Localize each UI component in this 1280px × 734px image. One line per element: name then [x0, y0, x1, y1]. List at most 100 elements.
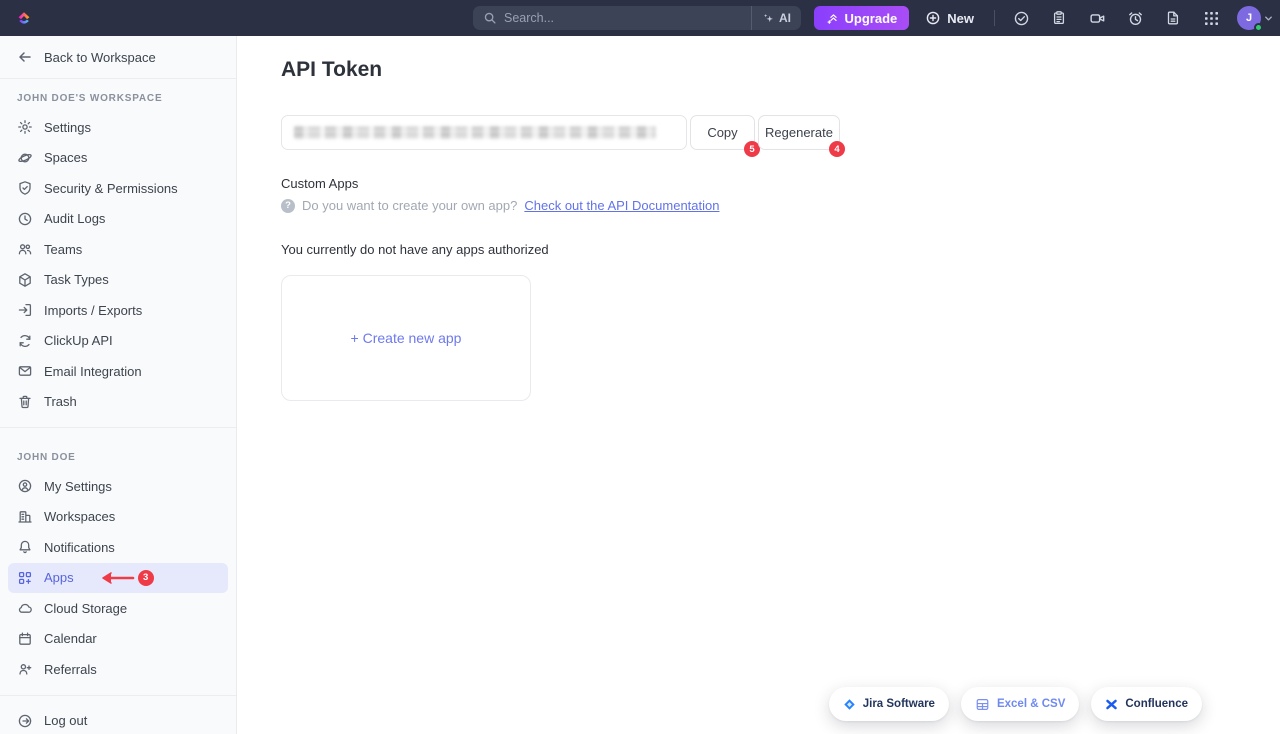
regenerate-button[interactable]: Regenerate 4	[758, 115, 840, 150]
excel-csv-button[interactable]: Excel & CSV	[961, 687, 1079, 721]
jira-icon	[843, 698, 856, 711]
api-icon	[17, 333, 33, 349]
sidebar-item-label: Trash	[44, 394, 77, 409]
sidebar-divider	[0, 695, 236, 696]
api-token-row: Copy 5 Regenerate 4	[281, 115, 1240, 150]
annotation-apps: 3	[97, 570, 154, 586]
apps-grid-plus-icon	[17, 570, 33, 586]
copy-label: Copy	[707, 125, 737, 140]
topbar-actions: Upgrade New	[814, 0, 1274, 36]
clickup-logo-icon[interactable]	[15, 9, 33, 27]
sidebar-item-label: Spaces	[44, 150, 87, 165]
import-export-icon	[17, 302, 33, 318]
sidebar-item-apps[interactable]: Apps 3	[8, 563, 228, 594]
sidebar-item-settings[interactable]: Settings	[0, 112, 236, 143]
sidebar-item-referrals[interactable]: Referrals	[0, 654, 236, 685]
avatar: J	[1237, 6, 1261, 30]
search-icon	[483, 11, 497, 25]
sidebar-item-label: ClickUp API	[44, 333, 113, 348]
sidebar-item-imports-exports[interactable]: Imports / Exports	[0, 295, 236, 326]
api-documentation-link[interactable]: Check out the API Documentation	[524, 198, 719, 213]
sidebar-item-clickup-api[interactable]: ClickUp API	[0, 326, 236, 357]
cloud-icon	[17, 600, 33, 616]
pill-label: Jira Software	[863, 698, 935, 710]
document-icon[interactable]	[1160, 5, 1186, 31]
sidebar-item-trash[interactable]: Trash	[0, 387, 236, 418]
people-icon	[17, 241, 33, 257]
custom-apps-hint-row: ? Do you want to create your own app? Ch…	[281, 198, 1240, 213]
sidebar-item-label: Teams	[44, 242, 82, 257]
sidebar-item-label: Security & Permissions	[44, 181, 178, 196]
back-label: Back to Workspace	[44, 50, 156, 65]
api-token-redacted-value	[294, 126, 656, 139]
sidebar-item-security[interactable]: Security & Permissions	[0, 173, 236, 204]
sidebar-item-spaces[interactable]: Spaces	[0, 143, 236, 174]
sidebar-item-notifications[interactable]: Notifications	[0, 532, 236, 563]
sidebar-item-label: Imports / Exports	[44, 303, 142, 318]
building-icon	[17, 509, 33, 525]
cube-icon	[17, 272, 33, 288]
sidebar-item-label: My Settings	[44, 479, 112, 494]
sidebar-item-label: Notifications	[44, 540, 115, 555]
planet-icon	[17, 150, 33, 166]
sidebar-item-cloud-storage[interactable]: Cloud Storage	[0, 593, 236, 624]
arrow-left-icon	[17, 49, 33, 65]
bell-icon	[17, 539, 33, 555]
integration-pills: Jira Software Excel & CSV Confluence	[829, 687, 1202, 721]
confluence-icon	[1105, 698, 1118, 711]
chevron-down-icon	[1263, 13, 1274, 24]
search-input[interactable]: Search... AI	[473, 6, 801, 30]
regenerate-label: Regenerate	[765, 125, 833, 140]
alarm-clock-icon[interactable]	[1122, 5, 1148, 31]
sidebar-item-label: Referrals	[44, 662, 97, 677]
api-token-field[interactable]	[281, 115, 687, 150]
sidebar-item-email-integration[interactable]: Email Integration	[0, 356, 236, 387]
upgrade-label: Upgrade	[845, 11, 898, 26]
main-content: API Token Copy 5 Regenerate 4 Custom App…	[237, 36, 1280, 734]
sidebar-item-label: Audit Logs	[44, 211, 105, 226]
sidebar-item-calendar[interactable]: Calendar	[0, 624, 236, 655]
new-button[interactable]: New	[915, 6, 984, 30]
sidebar-item-label: Settings	[44, 120, 91, 135]
settings-sidebar: Back to Workspace JOHN DOE'S WORKSPACE S…	[0, 36, 237, 734]
pill-label: Confluence	[1125, 698, 1188, 710]
app-grid-icon[interactable]	[1198, 5, 1224, 31]
sidebar-item-log-out[interactable]: Log out	[0, 706, 236, 734]
person-plus-icon	[17, 661, 33, 677]
annotation-badge-regenerate: 4	[829, 141, 845, 157]
video-camera-icon[interactable]	[1084, 5, 1110, 31]
custom-apps-hint: Do you want to create your own app?	[302, 198, 517, 213]
avatar-initial: J	[1246, 12, 1252, 24]
user-menu[interactable]: J	[1237, 6, 1274, 30]
page-title: API Token	[281, 58, 1240, 82]
sidebar-item-label: Workspaces	[44, 509, 115, 524]
sidebar-item-workspaces[interactable]: Workspaces	[0, 502, 236, 533]
create-new-app-card[interactable]: + Create new app	[281, 275, 531, 401]
workspace-section-title: JOHN DOE'S WORKSPACE	[0, 93, 236, 104]
upgrade-button[interactable]: Upgrade	[814, 6, 910, 30]
spreadsheet-icon	[975, 697, 990, 712]
envelope-icon	[17, 363, 33, 379]
back-to-workspace-button[interactable]: Back to Workspace	[0, 36, 236, 79]
sidebar-item-teams[interactable]: Teams	[0, 234, 236, 265]
sparkle-icon	[762, 12, 775, 25]
sidebar-item-audit-logs[interactable]: Audit Logs	[0, 204, 236, 235]
sidebar-item-label: Apps	[44, 570, 74, 585]
jira-software-button[interactable]: Jira Software	[829, 687, 949, 721]
ai-button[interactable]: AI	[751, 6, 801, 30]
sidebar-item-label: Log out	[44, 713, 87, 728]
sidebar-item-label: Calendar	[44, 631, 97, 646]
clipboard-icon[interactable]	[1046, 5, 1072, 31]
sidebar-item-task-types[interactable]: Task Types	[0, 265, 236, 296]
help-icon: ?	[281, 199, 295, 213]
no-apps-text: You currently do not have any apps autho…	[281, 242, 1240, 257]
check-circle-icon[interactable]	[1008, 5, 1034, 31]
sidebar-item-my-settings[interactable]: My Settings	[0, 471, 236, 502]
annotation-badge: 3	[138, 570, 154, 586]
confluence-button[interactable]: Confluence	[1091, 687, 1202, 721]
plus-circle-icon	[925, 10, 941, 26]
copy-button[interactable]: Copy 5	[690, 115, 755, 150]
annotation-arrow-left-icon	[97, 571, 135, 585]
sidebar-item-label: Task Types	[44, 272, 109, 287]
topbar-divider	[994, 10, 995, 26]
